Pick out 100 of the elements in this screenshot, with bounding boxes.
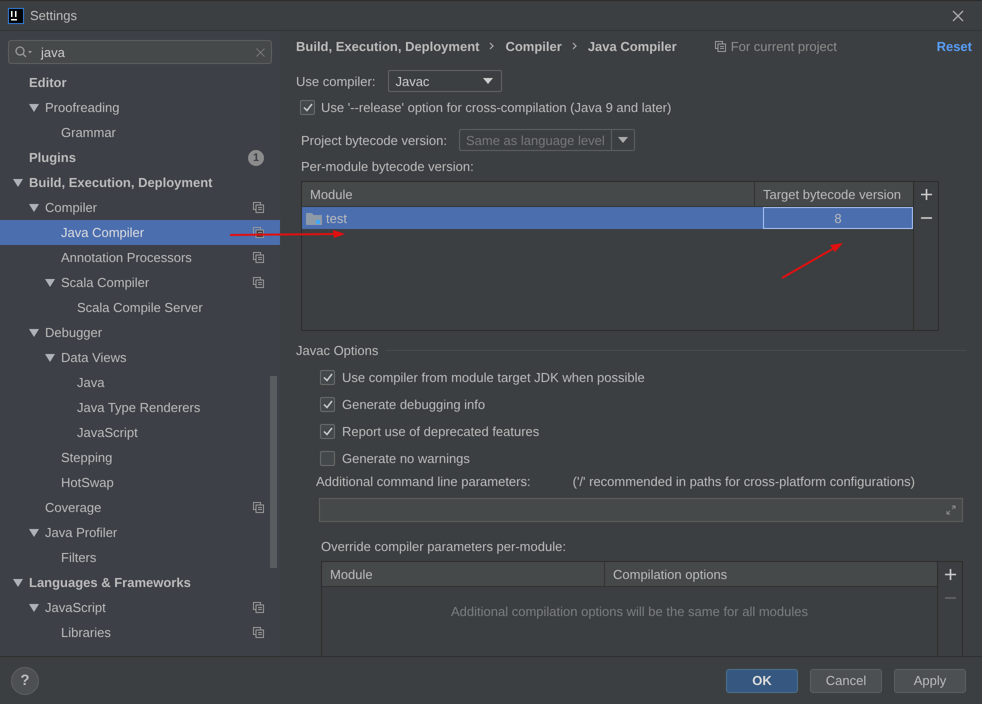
tree-item[interactable]: Data Views	[0, 345, 280, 370]
section-label: Override compiler parameters per-module:	[321, 539, 567, 554]
tree-item[interactable]: Compiler	[0, 195, 280, 220]
search-icon	[15, 46, 33, 58]
tree-item-label: Build, Execution, Deployment	[29, 175, 212, 190]
expand-arrow-icon[interactable]	[29, 328, 39, 336]
group-title: Javac Options	[296, 343, 378, 358]
tree-item-label: Grammar	[61, 125, 116, 140]
folder-icon	[306, 212, 322, 224]
params-label: Additional command line parameters:	[316, 474, 531, 489]
column-header[interactable]: Target bytecode version	[755, 182, 913, 206]
breadcrumb-item[interactable]: Compiler	[505, 38, 562, 54]
tree-item[interactable]: HotSwap	[0, 470, 280, 495]
tree-item-label: Plugins	[29, 150, 76, 165]
app-logo-icon	[8, 8, 24, 24]
dropdown-arrow-icon	[618, 137, 628, 143]
tree-item-label: HotSwap	[61, 475, 114, 490]
parameters-field[interactable]	[319, 498, 963, 522]
tree-item[interactable]: Java	[0, 370, 280, 395]
tree-item[interactable]: Editor	[0, 70, 280, 95]
column-header[interactable]: Module	[302, 182, 755, 206]
tree-item-label: Languages & Frameworks	[29, 575, 191, 590]
chevron-icon	[489, 42, 496, 50]
expand-arrow-icon[interactable]	[45, 278, 55, 286]
tree-item-label: Scala Compiler	[61, 275, 150, 290]
tree-item[interactable]: JavaScript	[0, 595, 280, 620]
tree-item[interactable]: Proofreading	[0, 95, 280, 120]
window-title: Settings	[30, 8, 77, 23]
checkbox-label: Generate debugging info	[342, 396, 486, 412]
checkbox-label: Use '--release' option for cross-compilation (Java 9 and later)	[321, 100, 672, 115]
tree-item[interactable]: Build, Execution, Deployment	[0, 170, 280, 195]
tree-item[interactable]: Plugins 1	[0, 145, 280, 170]
expand-arrow-icon[interactable]	[29, 604, 39, 612]
scope-note: For current project	[730, 38, 837, 54]
expand-arrow-icon[interactable]	[45, 354, 55, 362]
chevron-icon	[572, 42, 578, 50]
checkbox[interactable]	[320, 396, 335, 412]
checkbox[interactable]	[300, 100, 315, 115]
breadcrumb-item[interactable]: Build, Execution, Deployment	[296, 38, 480, 54]
checkbox-label: Generate no warnings	[342, 450, 470, 466]
tree-item-label: Debugger	[45, 325, 102, 340]
tree-item-label: Java	[77, 375, 104, 390]
add-icon[interactable]	[920, 189, 932, 200]
tree-item[interactable]: JavaScript	[0, 420, 280, 445]
tree-item[interactable]: Java Profiler	[0, 520, 280, 545]
expand-arrow-icon[interactable]	[29, 104, 39, 112]
empty-message: Additional compilation options will be the same for all modules	[451, 604, 808, 619]
expand-arrow-icon[interactable]	[29, 528, 39, 536]
column-header[interactable]: Module	[322, 562, 605, 586]
expand-arrow-icon[interactable]	[29, 204, 39, 212]
tree-item[interactable]: Grammar	[0, 120, 280, 145]
scrollbar[interactable]	[270, 376, 277, 568]
check-icon	[322, 426, 332, 436]
tree-item-label: Scala Compile Server	[77, 300, 203, 315]
tree-item-label: Libraries	[61, 625, 111, 640]
tree-item[interactable]: Scala Compiler	[0, 270, 280, 295]
expand-icon[interactable]	[946, 505, 956, 515]
help-button[interactable]: ?	[11, 666, 39, 694]
reset-link[interactable]: Reset	[936, 38, 972, 54]
tree-item-label: Coverage	[45, 500, 102, 515]
tree-item-label: Compiler	[45, 200, 98, 215]
count-badge: 1	[248, 150, 264, 166]
compiler-dropdown[interactable]: Javac	[388, 70, 502, 92]
tree-item[interactable]: Scala Compile Server	[0, 295, 280, 320]
checkbox[interactable]	[320, 370, 335, 384]
tree-item[interactable]: Java Compiler	[0, 220, 280, 245]
breadcrumb-item[interactable]: Java Compiler	[588, 38, 677, 54]
copy-icon	[714, 40, 726, 52]
tree-item-label: Java Compiler	[61, 225, 144, 240]
tree-item-label: Java Type Renderers	[77, 400, 200, 415]
expand-arrow-icon[interactable]	[13, 178, 23, 186]
search-field[interactable]: java	[8, 40, 272, 64]
tree-item[interactable]: Coverage	[0, 495, 280, 520]
check-icon	[322, 372, 332, 382]
checkbox-label: Use compiler from module target JDK when possible	[342, 370, 645, 384]
tree-item[interactable]: Debugger	[0, 320, 280, 345]
close-icon[interactable]	[952, 10, 964, 22]
tree-item[interactable]: Filters	[0, 545, 280, 570]
check-icon	[322, 400, 332, 408]
column-header[interactable]: Compilation options	[605, 562, 728, 586]
tree-item-label: Proofreading	[45, 100, 120, 115]
table-cell: test	[326, 210, 347, 226]
dialog-button[interactable]: Cancel	[810, 668, 882, 692]
annotation-arrow	[780, 242, 844, 280]
expand-arrow-icon[interactable]	[13, 578, 23, 586]
tree-item-label: Java Profiler	[45, 525, 118, 540]
tree-item[interactable]: Java Type Renderers	[0, 395, 280, 420]
add-icon[interactable]	[944, 569, 956, 580]
checkbox[interactable]	[320, 424, 335, 438]
tree-item-label: JavaScript	[77, 425, 138, 440]
tree-item[interactable]: Stepping	[0, 445, 280, 470]
checkbox-label: Report use of deprecated features	[342, 424, 540, 438]
tree-item[interactable]: Languages & Frameworks	[0, 570, 280, 595]
checkbox[interactable]	[320, 450, 335, 466]
tree-item[interactable]: Libraries	[0, 620, 280, 645]
check-icon	[302, 103, 312, 112]
dropdown-arrow-icon	[483, 78, 494, 84]
tree-item[interactable]: Annotation Processors	[0, 245, 280, 270]
dialog-button[interactable]: OK	[726, 668, 798, 692]
dialog-button[interactable]: Apply	[894, 668, 966, 692]
